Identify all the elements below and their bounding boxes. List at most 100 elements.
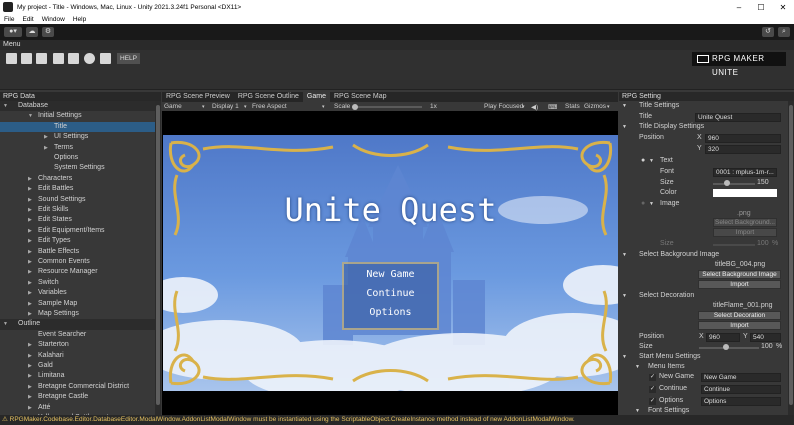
play-mode-select[interactable]: Play Focused [484, 103, 523, 110]
chevron-right-icon[interactable]: ▶ [28, 205, 32, 215]
mute-audio-icon[interactable]: ◀) [531, 103, 538, 111]
menu-row-continue-input[interactable]: Continue [701, 385, 781, 394]
aspect-select[interactable]: Free Aspect [252, 103, 287, 110]
chevron-down-icon[interactable]: ▼ [28, 111, 33, 121]
color-swatch[interactable] [713, 189, 777, 197]
gear-icon[interactable]: ⚙ [42, 27, 54, 37]
title-input[interactable]: Unite Quest [695, 113, 781, 122]
tree-item[interactable]: ▶ Bretagne Castle [0, 392, 155, 402]
left-scroll-thumb[interactable] [156, 105, 160, 405]
game-mode-select[interactable]: Game [164, 103, 182, 110]
chevron-right-icon[interactable]: ▶ [44, 143, 48, 153]
tree-item[interactable]: ▶ Sound Settings [0, 195, 155, 205]
gizmos-button[interactable]: Gizmos [584, 103, 606, 110]
tab-scene-map[interactable]: RPG Scene Map [330, 92, 391, 102]
maximize-icon[interactable]: ☐ [750, 3, 772, 12]
tab-rpg-data[interactable]: RPG Data [0, 92, 161, 101]
decoration-size-slider[interactable] [699, 347, 759, 349]
tab-scene-outline[interactable]: RPG Scene Outline [234, 92, 303, 102]
deco-x-input[interactable]: 960 [706, 333, 740, 342]
scale-slider[interactable] [352, 106, 422, 108]
account-icon[interactable]: ●▾ [4, 27, 22, 37]
size-slider[interactable] [713, 183, 755, 185]
select-decoration-header[interactable]: Select Decoration [639, 291, 694, 301]
font-settings-header[interactable]: Font Settings [648, 406, 689, 415]
search-icon[interactable]: ⌕ [778, 27, 790, 37]
chevron-right-icon[interactable]: ▶ [28, 195, 32, 205]
tree-item[interactable]: ▶ Starterton [0, 340, 155, 350]
pos-y-input[interactable]: 320 [705, 145, 781, 154]
radio-unselected-icon[interactable]: ● [641, 199, 645, 209]
tree-item[interactable]: ▶ Edit Battles [0, 184, 155, 194]
chevron-right-icon[interactable]: ▶ [28, 371, 32, 381]
menu-options[interactable]: Options [343, 307, 438, 318]
radio-selected-icon[interactable]: ● [641, 156, 645, 166]
chevron-right-icon[interactable]: ▶ [28, 226, 32, 236]
tree-item[interactable]: ▶ Resource Manager [0, 267, 155, 277]
help-button[interactable]: HELP [117, 53, 140, 64]
game-view[interactable]: Unite Quest New Game Continue Options [163, 135, 618, 391]
tree-item[interactable]: ▶ Variables [0, 288, 155, 298]
deco-y-input[interactable]: 540 [750, 333, 781, 342]
close-icon[interactable]: ✕ [772, 3, 794, 12]
tree-item[interactable]: ▶ Edit Skills [0, 205, 155, 215]
tree-item[interactable]: Event Searcher [0, 330, 155, 340]
tree-item[interactable]: ▶ Atté [0, 403, 155, 413]
right-scroll-thumb[interactable] [789, 105, 793, 405]
tree-item[interactable]: ▶ Characters [0, 174, 155, 184]
tree-item[interactable]: Title [0, 121, 155, 133]
menu-edit[interactable]: Edit [18, 16, 37, 23]
chevron-right-icon[interactable]: ▶ [28, 288, 32, 298]
import-button-disabled[interactable]: Import [713, 228, 777, 237]
options-checkbox[interactable]: ✓ [649, 398, 656, 405]
size-slider-knob[interactable] [723, 180, 730, 186]
menu-continue[interactable]: Continue [343, 288, 438, 299]
shortcut-icon[interactable]: ⌨ [548, 103, 557, 111]
tree-section-header[interactable]: ▼ Database [0, 101, 155, 112]
tree-item[interactable]: ▶ Terms [0, 143, 155, 153]
console-status-bar[interactable]: ⚠ RPGMaker.Codebase.Editor.DatabaseEdito… [0, 415, 794, 425]
export-icon[interactable] [68, 53, 79, 64]
chevron-down-icon[interactable]: ▼ [3, 101, 8, 111]
display-select[interactable]: Display 1 [212, 103, 239, 110]
tree-item[interactable]: System Settings [0, 163, 155, 173]
tree-item[interactable]: ▶ Edit Equipment/Items [0, 226, 155, 236]
chevron-down-icon[interactable]: ▼ [3, 319, 8, 329]
title-settings-header[interactable]: Title Settings [639, 101, 679, 111]
image-size-slider[interactable] [713, 244, 755, 246]
tree-item[interactable]: ▶ Gald [0, 361, 155, 371]
title-display-settings-header[interactable]: Title Display Settings [639, 122, 704, 132]
cloud-icon[interactable]: ☁ [26, 27, 38, 37]
import-decoration-button[interactable]: Import [698, 321, 781, 330]
chevron-right-icon[interactable]: ▶ [28, 361, 32, 371]
tree-item[interactable]: ▶ Common Events [0, 257, 155, 267]
chevron-right-icon[interactable]: ▶ [28, 309, 32, 319]
menu-file[interactable]: File [0, 16, 18, 23]
size-value[interactable]: 150 [757, 178, 769, 188]
new-game-checkbox[interactable]: ✓ [649, 374, 656, 381]
tree-item[interactable]: ▶ Edit Types [0, 236, 155, 246]
pencil-icon[interactable] [53, 53, 64, 64]
addon-icon[interactable] [100, 53, 111, 64]
chevron-right-icon[interactable]: ▶ [28, 351, 32, 361]
pos-x-input[interactable]: 960 [705, 134, 781, 143]
stats-button[interactable]: Stats [565, 103, 580, 110]
tree-item[interactable]: ▶ UI Settings [0, 132, 155, 142]
menu-window[interactable]: Window [38, 16, 69, 23]
continue-checkbox[interactable]: ✓ [649, 386, 656, 393]
tree-item[interactable]: ▼ Initial Settings [0, 111, 155, 121]
tab-scene-preview[interactable]: RPG Scene Preview [162, 92, 234, 102]
save-icon[interactable] [36, 53, 47, 64]
history-icon[interactable]: ↺ [762, 27, 774, 37]
chevron-right-icon[interactable]: ▶ [28, 174, 32, 184]
decoration-size-slider-knob[interactable] [723, 344, 729, 350]
chevron-right-icon[interactable]: ▶ [28, 215, 32, 225]
chevron-right-icon[interactable]: ▶ [28, 403, 32, 413]
chevron-right-icon[interactable]: ▶ [28, 184, 32, 194]
new-file-icon[interactable] [6, 53, 17, 64]
minimize-icon[interactable]: – [728, 3, 750, 12]
select-bg-image-button[interactable]: Select Background Image [698, 270, 781, 279]
chevron-right-icon[interactable]: ▶ [28, 267, 32, 277]
open-folder-icon[interactable] [21, 53, 32, 64]
chevron-right-icon[interactable]: ▶ [28, 299, 32, 309]
